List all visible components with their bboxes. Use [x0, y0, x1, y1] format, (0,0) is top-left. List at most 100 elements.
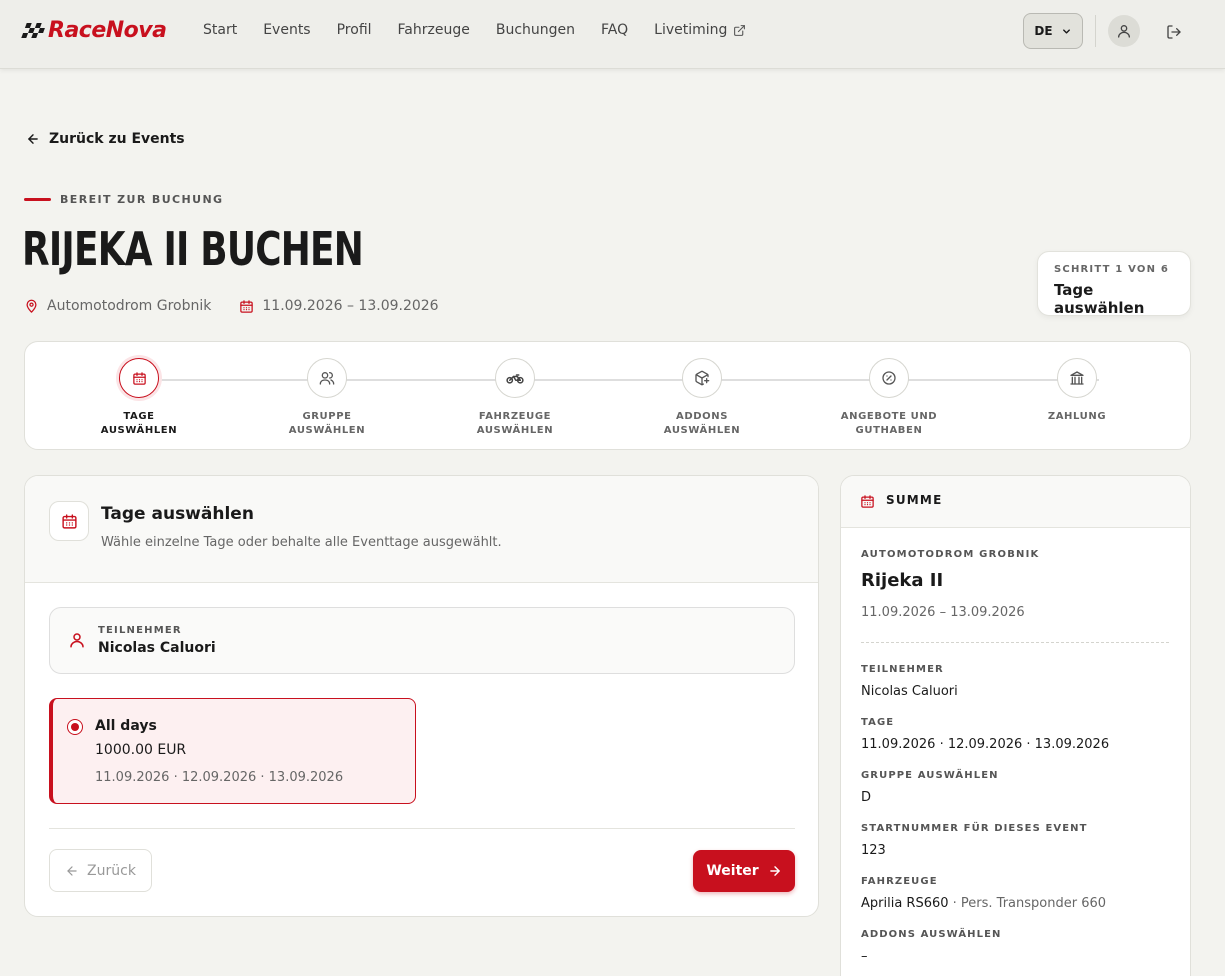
brand-logo[interactable]: RaceNova — [21, 18, 167, 43]
nav-link-profil[interactable]: Profil — [337, 22, 372, 38]
eyebrow-label: BEREIT ZUR BUCHUNG — [60, 193, 224, 206]
step-circle — [119, 358, 159, 398]
package-plus-icon — [695, 370, 710, 386]
participant-label: TEILNEHMER — [98, 625, 182, 636]
summary-header: SUMME — [841, 476, 1190, 528]
summary-item-days: TAGE 11.09.2026 · 12.09.2026 · 13.09.202… — [861, 717, 1109, 752]
user-avatar-button[interactable] — [1108, 15, 1140, 47]
back-to-events-link[interactable]: Zurück zu Events — [26, 131, 185, 147]
summary-item-value: Aprilia RS660 · Pers. Transponder 660 — [861, 896, 1107, 911]
select-days-card: Tage auswählen Wähle einzelne Tage oder … — [24, 475, 819, 917]
step-label: ADDONS AUSWÄHLEN — [663, 411, 741, 436]
back-button[interactable]: Zurück — [49, 849, 152, 892]
checkered-flag-icon — [21, 23, 46, 38]
step-label: GRUPPE AUSWÄHLEN — [288, 411, 366, 436]
summary-dates: 11.09.2026 – 13.09.2026 — [861, 605, 1025, 620]
option-price: 1000.00 EUR — [95, 742, 187, 758]
step-tage-auswaehlen[interactable]: TAGE AUSWÄHLEN — [79, 358, 199, 438]
nav-link-fahrzeuge[interactable]: Fahrzeuge — [398, 22, 470, 38]
step-addons-auswaehlen[interactable]: ADDONS AUSWÄHLEN — [642, 358, 762, 438]
top-nav: RaceNova Start Events Profil Fahrzeuge B… — [0, 0, 1225, 69]
summary-item-value: 11.09.2026 · 12.09.2026 · 13.09.2026 — [861, 737, 1110, 752]
step-circle — [682, 358, 722, 398]
step-circle — [307, 358, 347, 398]
option-title: All days — [95, 718, 157, 734]
step-circle — [1057, 358, 1097, 398]
event-venue: Automotodrom Grobnik — [47, 298, 212, 314]
language-select[interactable]: DE — [1023, 13, 1083, 49]
event-meta: Automotodrom Grobnik 11.09.2026 – 13.09.… — [24, 298, 439, 314]
logout-icon — [1167, 25, 1181, 39]
option-radio[interactable] — [67, 719, 83, 735]
step-label: ANGEBOTE UND GUTHABEN — [840, 411, 938, 436]
summary-item-value: D — [861, 790, 872, 805]
calendar-icon — [132, 371, 146, 385]
event-dates: 11.09.2026 – 13.09.2026 — [262, 298, 439, 314]
summary-event-name: Rijeka II — [861, 570, 944, 591]
calendar-icon — [861, 495, 874, 508]
summary-item-start-number: STARTNUMMER FÜR DIESES EVENT 123 — [861, 823, 1088, 858]
summary-heading: SUMME — [886, 493, 943, 507]
summary-panel: SUMME AUTOMOTODROM GROBNIK Rijeka II 11.… — [840, 475, 1191, 976]
summary-item-group: GRUPPE AUSWÄHLEN D — [861, 770, 999, 805]
brand-name: RaceNova — [48, 18, 167, 43]
calendar-icon — [61, 513, 77, 529]
calendar-icon — [240, 299, 254, 313]
summary-item-value: 123 — [861, 843, 886, 858]
step-gruppe-auswaehlen[interactable]: GRUPPE AUSWÄHLEN — [267, 358, 387, 438]
step-badge-label: SCHRITT 1 VON 6 — [1054, 264, 1169, 275]
summary-item-detail: · Pers. Transponder 660 — [948, 896, 1107, 911]
arrow-left-icon — [28, 134, 38, 144]
card-header: Tage auswählen Wähle einzelne Tage oder … — [25, 476, 818, 583]
option-dates: 11.09.2026 · 12.09.2026 · 13.09.2026 — [95, 770, 344, 785]
summary-item-value: – — [861, 949, 868, 964]
nav-links: Start Events Profil Fahrzeuge Buchungen … — [203, 22, 746, 38]
summary-item-label: STARTNUMMER FÜR DIESES EVENT — [861, 823, 1088, 834]
summary-item-label: GRUPPE AUSWÄHLEN — [861, 770, 999, 781]
bank-icon — [1070, 371, 1084, 385]
step-label: FAHRZEUGE AUSWÄHLEN — [476, 411, 554, 436]
card-header-icon — [49, 501, 89, 541]
step-fahrzeuge-auswaehlen[interactable]: FAHRZEUGE AUSWÄHLEN — [455, 358, 575, 438]
card-subtitle: Wähle einzelne Tage oder behalte alle Ev… — [101, 535, 502, 550]
summary-item-participant: TEILNEHMER Nicolas Caluori — [861, 664, 958, 699]
arrow-right-icon — [769, 866, 780, 876]
external-link-icon — [734, 24, 746, 36]
chevron-down-icon — [1062, 28, 1070, 34]
nav-divider — [1095, 15, 1096, 47]
logout-button[interactable] — [1162, 20, 1186, 44]
summary-item-label: TEILNEHMER — [861, 664, 944, 675]
summary-item-label: ADDONS AUSWÄHLEN — [861, 929, 1002, 940]
step-badge-value: Tage auswählen — [1054, 281, 1145, 317]
next-button-label: Weiter — [706, 863, 759, 879]
page-title: RIJEKA II BUCHEN — [22, 222, 364, 276]
nav-link-faq[interactable]: FAQ — [601, 22, 628, 38]
back-button-label: Zurück — [87, 862, 136, 879]
users-icon — [319, 372, 335, 385]
language-value: DE — [1034, 24, 1053, 38]
nav-link-livetiming-label: Livetiming — [654, 22, 728, 38]
step-angebote-und-guthaben[interactable]: ANGEBOTE UND GUTHABEN — [829, 358, 949, 438]
participant-name: Nicolas Caluori — [98, 640, 216, 656]
step-label: TAGE AUSWÄHLEN — [100, 411, 178, 436]
eyebrow-bar — [24, 198, 51, 201]
step-zahlung[interactable]: ZAHLUNG — [1017, 358, 1137, 424]
step-circle — [869, 358, 909, 398]
nav-link-buchungen[interactable]: Buchungen — [496, 22, 575, 38]
map-pin-icon — [26, 299, 37, 313]
next-button[interactable]: Weiter — [693, 850, 795, 892]
step-badge: SCHRITT 1 VON 6 Tage auswählen — [1037, 251, 1191, 317]
card-title: Tage auswählen — [101, 504, 254, 524]
nav-link-start[interactable]: Start — [203, 22, 237, 38]
back-to-events-label: Zurück zu Events — [49, 131, 185, 147]
motorcycle-icon — [506, 374, 524, 384]
summary-item-addons: ADDONS AUSWÄHLEN – — [861, 929, 1002, 964]
summary-dashed-divider — [861, 642, 1169, 643]
participant-box: TEILNEHMER Nicolas Caluori — [49, 607, 795, 674]
option-all-days[interactable]: All days 1000.00 EUR 11.09.2026 · 12.09.… — [49, 698, 416, 804]
summary-item-vehicles: FAHRZEUGE Aprilia RS660 · Pers. Transpon… — [861, 876, 1106, 911]
nav-link-events[interactable]: Events — [263, 22, 310, 38]
nav-link-livetiming[interactable]: Livetiming — [654, 22, 746, 38]
user-icon — [70, 633, 84, 648]
badge-percent-icon — [882, 371, 896, 385]
